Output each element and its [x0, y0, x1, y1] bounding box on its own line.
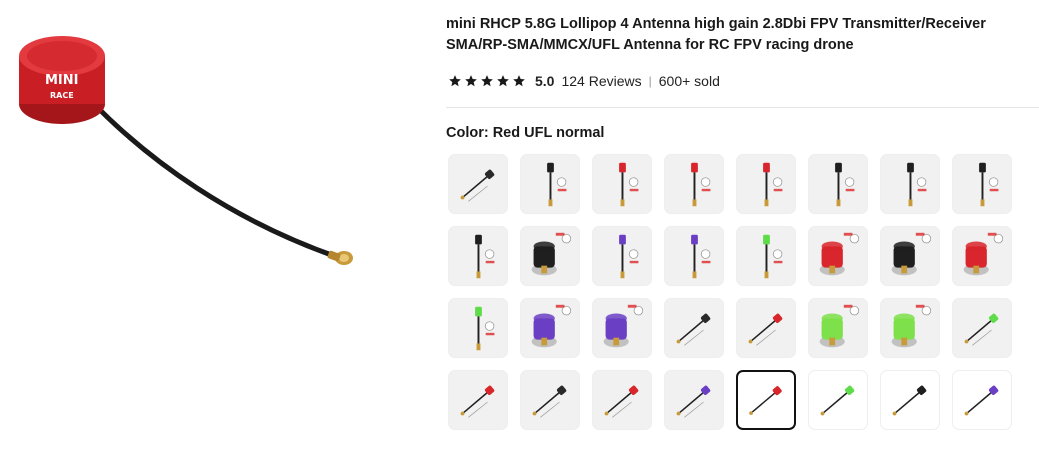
swatch-thumbnail	[460, 385, 495, 418]
color-swatch[interactable]	[952, 370, 1012, 430]
color-swatch[interactable]	[808, 226, 868, 286]
color-swatch[interactable]	[448, 298, 508, 358]
swatch-thumbnail	[964, 313, 999, 346]
star-icon	[465, 75, 477, 87]
swatch-thumbnail	[819, 232, 860, 276]
color-label: Color: Red UFL normal	[446, 125, 605, 141]
swatch-thumbnail	[531, 232, 572, 276]
swatch-thumbnail	[691, 162, 711, 207]
swatch-thumbnail	[531, 304, 572, 348]
color-swatch[interactable]	[736, 154, 796, 214]
color-swatch[interactable]	[736, 298, 796, 358]
swatch-thumbnail	[691, 234, 711, 279]
swatch-thumbnail	[676, 385, 711, 418]
rating-value: 5.0	[535, 73, 555, 89]
star-icon	[481, 75, 493, 87]
star-icon	[449, 75, 461, 87]
swatch-thumbnail	[604, 385, 639, 418]
divider	[446, 107, 1039, 108]
color-swatch[interactable]	[664, 226, 724, 286]
cap-sub-text: RACE	[50, 91, 74, 100]
swatch-thumbnail	[475, 306, 495, 351]
color-swatch[interactable]	[664, 298, 724, 358]
swatch-thumbnail	[603, 304, 644, 348]
color-swatch[interactable]	[448, 154, 508, 214]
swatch-thumbnail	[748, 313, 783, 346]
sold-count: 600+ sold	[658, 73, 720, 89]
color-swatch[interactable]	[952, 154, 1012, 214]
swatch-thumbnail	[964, 385, 999, 416]
cap-logo-text: MINI	[45, 73, 79, 88]
rating-row: 5.0 124 Reviews | 600+ sold	[448, 72, 720, 90]
color-swatch[interactable]	[520, 154, 580, 214]
swatch-thumbnail	[892, 385, 927, 416]
color-swatch[interactable]	[592, 370, 652, 430]
color-swatch[interactable]	[592, 298, 652, 358]
separator: |	[648, 74, 652, 88]
reviews-link[interactable]: 124 Reviews	[561, 73, 641, 89]
color-swatch[interactable]	[664, 154, 724, 214]
color-swatch[interactable]	[880, 298, 940, 358]
swatch-thumbnail	[979, 162, 999, 207]
swatch-thumbnail	[963, 232, 1004, 276]
product-main-image[interactable]: MINI RACE	[0, 0, 380, 453]
swatch-thumbnail	[819, 304, 860, 348]
color-swatch[interactable]	[808, 370, 868, 430]
swatch-thumbnail	[475, 234, 495, 279]
color-swatch[interactable]	[520, 370, 580, 430]
color-swatch[interactable]	[448, 226, 508, 286]
swatch-thumbnail	[835, 162, 855, 207]
color-swatch-grid	[448, 154, 1012, 430]
swatch-thumbnail	[619, 162, 639, 207]
product-title: mini RHCP 5.8G Lollipop 4 Antenna high g…	[446, 16, 986, 53]
star-icon	[513, 75, 525, 87]
color-swatch[interactable]	[592, 226, 652, 286]
color-swatch[interactable]	[880, 226, 940, 286]
swatch-thumbnail	[676, 313, 711, 346]
swatch-thumbnail	[763, 162, 783, 207]
color-swatch[interactable]	[736, 370, 796, 430]
antenna-photo: MINI RACE	[19, 36, 353, 265]
color-swatch[interactable]	[664, 370, 724, 430]
color-swatch[interactable]	[592, 154, 652, 214]
color-swatch[interactable]	[808, 154, 868, 214]
color-swatch[interactable]	[880, 370, 940, 430]
swatch-thumbnail	[820, 385, 855, 416]
color-swatch[interactable]	[808, 298, 868, 358]
star-rating	[448, 74, 526, 88]
color-swatch[interactable]	[520, 226, 580, 286]
color-swatch[interactable]	[880, 154, 940, 214]
swatch-thumbnail	[891, 304, 932, 348]
swatch-thumbnail	[891, 232, 932, 276]
color-swatch[interactable]	[448, 370, 508, 430]
swatch-thumbnail	[619, 234, 639, 279]
swatch-thumbnail	[763, 234, 783, 279]
color-swatch[interactable]	[952, 298, 1012, 358]
star-icon	[497, 75, 509, 87]
swatch-thumbnail	[460, 169, 495, 202]
swatch-thumbnail	[532, 385, 567, 418]
color-swatch[interactable]	[736, 226, 796, 286]
swatch-thumbnail	[907, 162, 927, 207]
color-swatch[interactable]	[520, 298, 580, 358]
swatch-thumbnail	[749, 386, 782, 415]
swatch-thumbnail	[547, 162, 567, 207]
color-swatch[interactable]	[952, 226, 1012, 286]
